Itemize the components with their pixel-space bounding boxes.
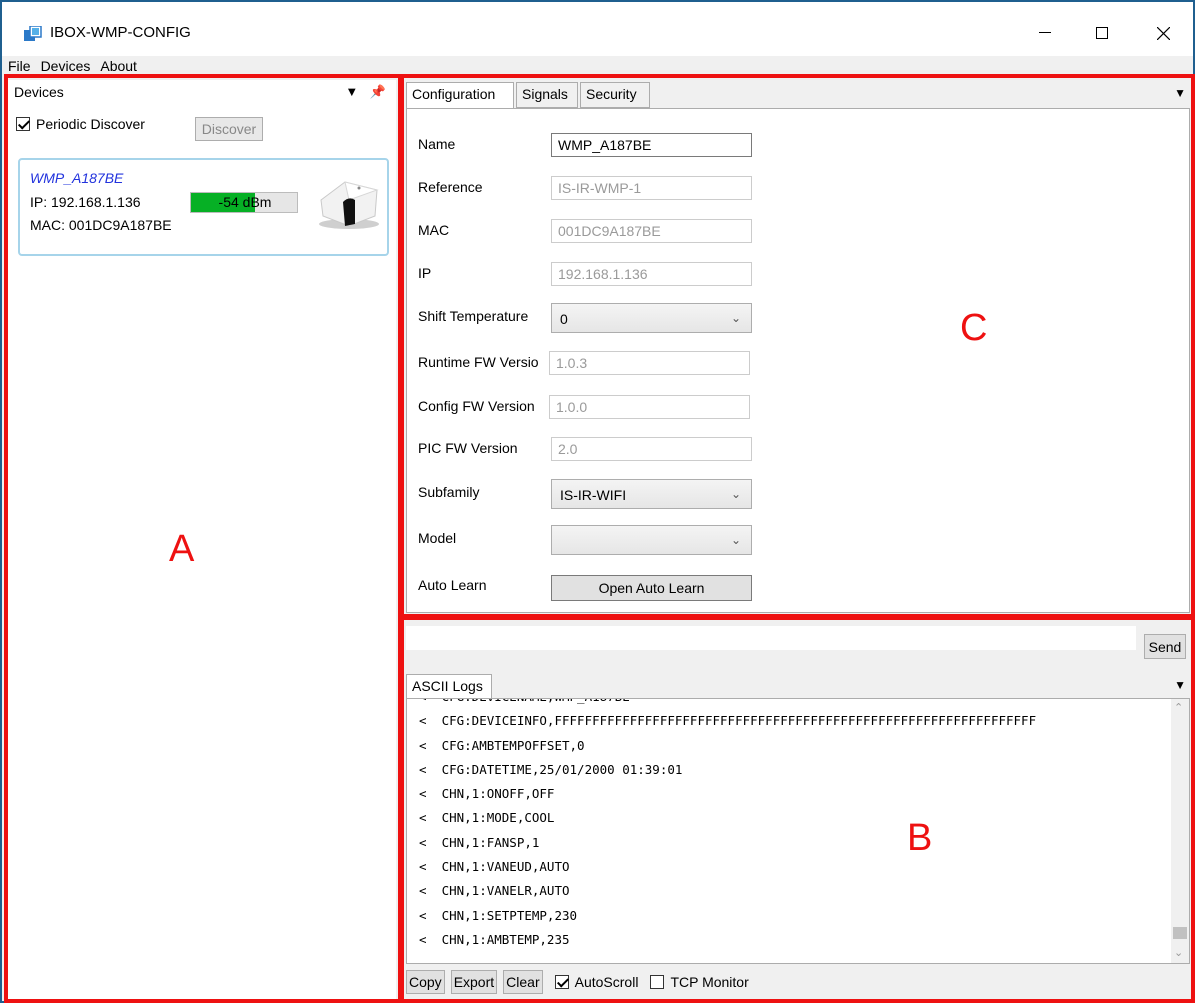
tab-configuration[interactable]: Configuration (406, 82, 514, 109)
log-line: < CFG:DEVICENAME,WMP_A187BE (407, 699, 1167, 709)
checkbox-icon[interactable] (554, 975, 569, 989)
chevron-down-icon: ⌄ (730, 311, 741, 325)
chevron-down-icon: ⌄ (730, 533, 741, 547)
annotation-label-a: A (169, 528, 195, 570)
minimize-button[interactable] (1017, 12, 1073, 54)
ascii-logs-panel[interactable]: < CFG:DEVICENAME,WMP_A187BE < CFG:DEVICEI… (406, 698, 1190, 964)
maximize-button[interactable] (1074, 12, 1130, 54)
log-line: < CHN,1:MODE,COOL (419, 810, 555, 826)
auto-learn-label: Auto Learn (418, 577, 487, 593)
logs-scrollbar[interactable]: ⌃ ⌄ (1171, 699, 1189, 963)
checkbox-icon[interactable] (16, 117, 30, 131)
devices-panel: Devices ▼ 📌 Periodic Discover Discover W… (8, 80, 396, 1000)
log-line: < CFG:DATETIME,25/01/2000 01:39:01 (419, 761, 683, 777)
model-select[interactable]: ⌄ (551, 525, 752, 555)
tab-security[interactable]: Security (580, 82, 650, 108)
name-input[interactable]: WMP_A187BE (551, 133, 752, 157)
log-line: < CHN,1:AMBTEMP,235 (419, 931, 570, 947)
periodic-discover-label: Periodic Discover (36, 116, 145, 132)
open-auto-learn-button[interactable]: Open Auto Learn (551, 575, 752, 601)
logs-footer: Copy Export Clear AutoScroll TCP Monitor (406, 968, 1190, 996)
ip-label: IP (418, 265, 432, 281)
tab-signals[interactable]: Signals (516, 82, 578, 108)
close-icon (1156, 26, 1170, 40)
minimize-icon (1039, 32, 1051, 33)
signal-strength-label: -54 dBm (218, 194, 272, 210)
subfamily-select[interactable]: IS-IR-WIFI ⌄ (551, 479, 752, 509)
name-label: Name (418, 136, 456, 152)
dropdown-arrow-icon[interactable]: ▼ (345, 84, 358, 99)
send-button[interactable]: Send (1144, 634, 1186, 659)
log-line: < CHN,1:FANSP,1 (419, 834, 540, 850)
menu-about[interactable]: About (95, 56, 142, 75)
config-fw-field: 1.0.0 (549, 395, 750, 419)
configuration-panel: Name WMP_A187BE Reference IS-IR-WMP-1 MA… (406, 108, 1190, 613)
config-fw-label: Config FW Version (418, 398, 535, 414)
annotation-label-c: C (960, 307, 988, 349)
model-label: Model (418, 530, 457, 546)
menu-bar: File Devices About (2, 56, 1193, 75)
clear-button[interactable]: Clear (503, 970, 543, 994)
pic-fw-field: 2.0 (551, 437, 752, 461)
app-window: IBOX-WMP-CONFIG File Devices About Devic… (0, 0, 1195, 1003)
log-line: < CHN,1:ONOFF,OFF (419, 786, 555, 802)
tcp-monitor-checkbox[interactable]: TCP Monitor (650, 974, 749, 990)
autoscroll-label: AutoScroll (574, 974, 639, 990)
logs-overflow-icon[interactable]: ▼ (1174, 678, 1186, 692)
ip-field: 192.168.1.136 (551, 262, 752, 286)
scroll-thumb[interactable] (1173, 927, 1187, 939)
logs-tab-strip: ASCII Logs ▼ (406, 674, 1190, 698)
close-button[interactable] (1135, 12, 1191, 54)
device-name: WMP_A187BE (30, 170, 124, 186)
subfamily-label: Subfamily (418, 484, 480, 500)
config-tab-strip: Configuration Signals Security ▼ (406, 82, 1190, 109)
panel-controls: ▼ 📌 (345, 84, 386, 100)
shift-temperature-label: Shift Temperature (418, 308, 529, 324)
device-mac: MAC: 001DC9A187BE (30, 217, 172, 233)
reference-field: IS-IR-WMP-1 (551, 176, 752, 200)
periodic-discover-checkbox[interactable]: Periodic Discover (16, 116, 145, 132)
chevron-down-icon: ⌄ (730, 487, 741, 501)
maximize-icon (1096, 27, 1108, 39)
autoscroll-checkbox[interactable]: AutoScroll (554, 974, 639, 990)
log-line: < CHN,1:SETPTEMP,230 (419, 907, 578, 923)
discover-button[interactable]: Discover (195, 117, 263, 141)
checkbox-icon[interactable] (650, 975, 665, 989)
menu-file[interactable]: File (2, 56, 36, 75)
annotation-label-b: B (907, 817, 933, 859)
tab-ascii-logs[interactable]: ASCII Logs (406, 674, 492, 698)
log-line: < CFG:AMBTEMPOFFSET,0 (419, 737, 585, 753)
runtime-fw-field: 1.0.3 (549, 351, 750, 375)
device-icon (319, 181, 379, 229)
title-bar: IBOX-WMP-CONFIG (2, 2, 1193, 56)
pic-fw-label: PIC FW Version (418, 440, 518, 456)
app-icon (24, 26, 42, 41)
subfamily-value: IS-IR-WIFI (560, 487, 627, 503)
tab-overflow-icon[interactable]: ▼ (1174, 86, 1186, 100)
tcp-monitor-label: TCP Monitor (670, 974, 749, 990)
log-line: < CHN,1:VANELR,AUTO (419, 883, 570, 899)
log-line: < CHN,1:VANEUD,AUTO (419, 859, 570, 875)
runtime-fw-label: Runtime FW Versio (418, 354, 539, 370)
signal-strength-bar: -54 dBm (190, 192, 298, 213)
mac-label: MAC (418, 222, 450, 238)
shift-temperature-value: 0 (560, 311, 568, 327)
command-input[interactable] (406, 626, 1136, 650)
device-card[interactable]: WMP_A187BE IP: 192.168.1.136 MAC: 001DC9… (18, 158, 389, 256)
log-line: < CFG:DEVICEINFO,FFFFFFFFFFFFFFFFFFFFFFF… (419, 713, 1037, 729)
mac-field: 001DC9A187BE (551, 219, 752, 243)
send-row: Send (404, 620, 1192, 664)
scroll-up-icon[interactable]: ⌃ (1174, 701, 1183, 714)
reference-label: Reference (418, 179, 483, 195)
menu-devices[interactable]: Devices (36, 56, 96, 75)
export-button[interactable]: Export (450, 970, 498, 994)
pin-icon[interactable]: 📌 (370, 84, 386, 99)
log-lines: < CFG:DEVICENAME,WMP_A187BE < CFG:DEVICEI… (407, 699, 1167, 952)
shift-temperature-select[interactable]: 0 ⌄ (551, 303, 752, 333)
devices-panel-title: Devices (14, 84, 64, 100)
copy-button[interactable]: Copy (406, 970, 445, 994)
window-title: IBOX-WMP-CONFIG (50, 24, 191, 41)
scroll-down-icon[interactable]: ⌄ (1174, 946, 1183, 959)
device-ip: IP: 192.168.1.136 (30, 194, 141, 210)
